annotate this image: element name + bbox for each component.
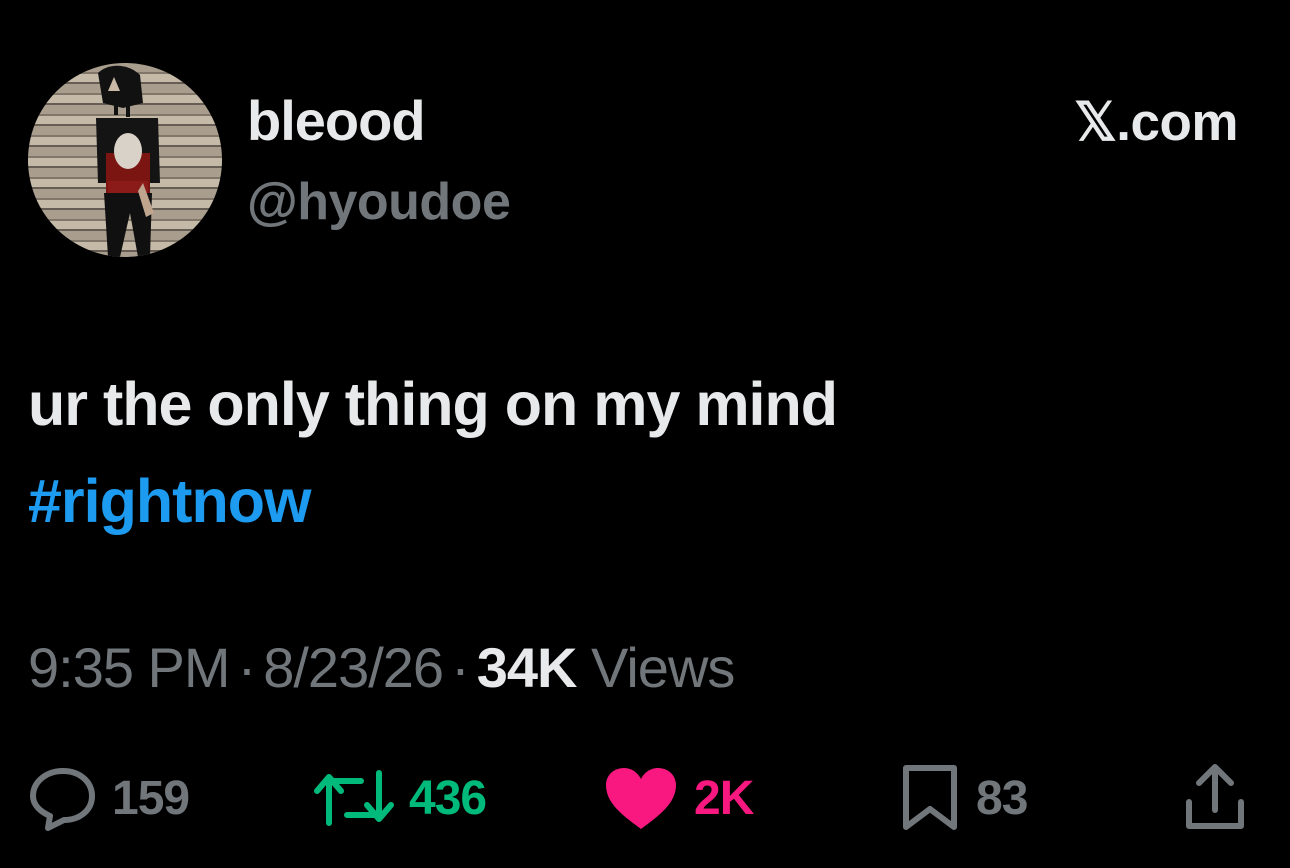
repost-count: 436 (409, 771, 487, 825)
share-button[interactable] (1182, 762, 1248, 837)
meta-separator: · (451, 636, 470, 699)
share-icon (1186, 764, 1244, 829)
like-icon (606, 768, 676, 829)
tweet-meta: 9:35 PM · 8/23/26 · 34K Views (28, 640, 735, 696)
tweet-time[interactable]: 9:35 PM (28, 636, 231, 699)
display-name[interactable]: bleood (247, 88, 426, 153)
views-label: Views (591, 636, 735, 699)
repost-icon (314, 770, 394, 826)
reply-button[interactable]: 159 (28, 765, 190, 831)
tweet-text: ur the only thing on my mind (28, 370, 838, 438)
repost-button[interactable]: 436 (313, 765, 487, 831)
reply-count: 159 (112, 771, 190, 825)
bookmark-icon (903, 765, 957, 830)
brand-watermark: 𝕏.com (1074, 93, 1238, 152)
bookmark-button[interactable]: 83 (898, 765, 1028, 831)
user-handle[interactable]: @hyoudoe (247, 172, 511, 232)
bookmark-count: 83 (976, 771, 1028, 825)
hashtag-link[interactable]: #rightnow (28, 471, 311, 532)
meta-separator: · (237, 636, 257, 699)
avatar[interactable] (28, 63, 222, 257)
tweet-date[interactable]: 8/23/26 (263, 636, 444, 699)
like-button[interactable]: 2K (602, 765, 754, 831)
reply-icon (30, 768, 95, 831)
like-count: 2K (694, 771, 754, 825)
avatar-figure (28, 63, 222, 257)
views-count: 34K (476, 636, 578, 699)
